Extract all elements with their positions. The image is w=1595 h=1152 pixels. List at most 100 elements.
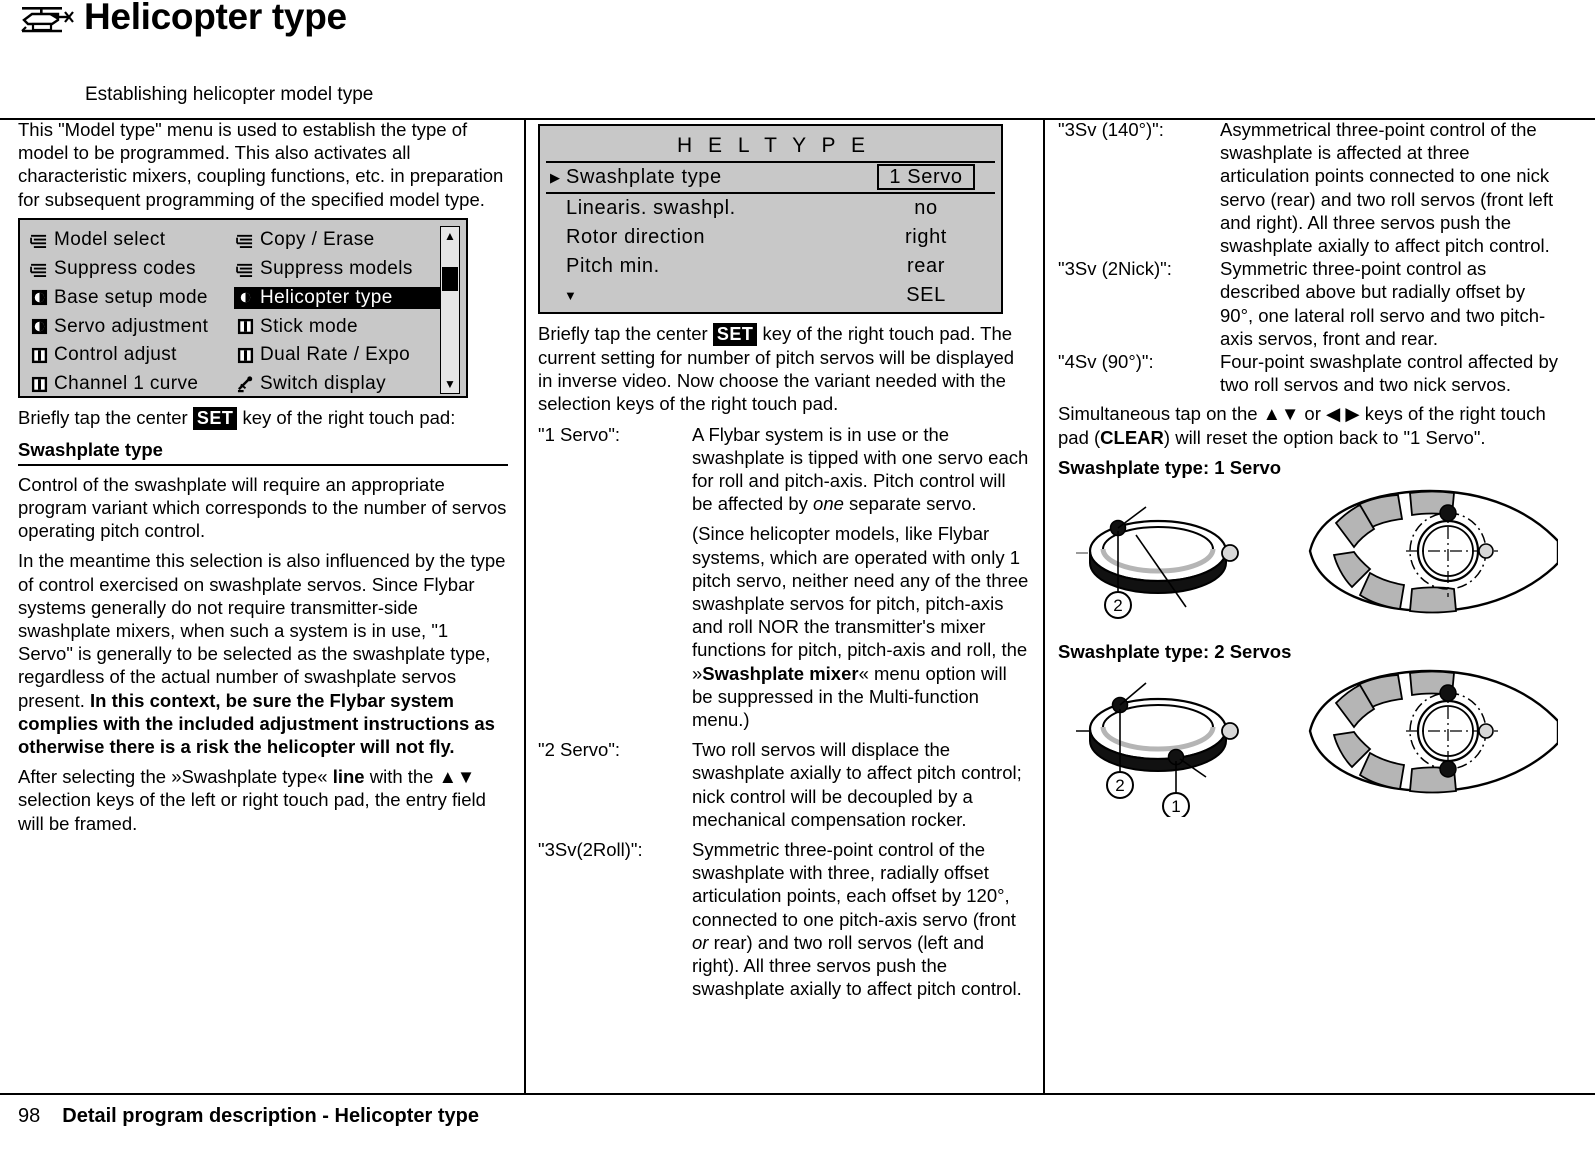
footer-divider — [0, 1093, 1595, 1095]
menu-row: Suppress codes Suppress models — [28, 255, 440, 284]
menu-item-label: Dual Rate / Expo — [260, 344, 411, 366]
menu-item-suppress-models[interactable]: Suppress models — [234, 258, 440, 280]
diagram-label-1: 1 — [1171, 797, 1180, 816]
menu-item-suppress-codes[interactable]: Suppress codes — [28, 258, 234, 280]
lcd-row-label-wrap: Linearis. swashpl. — [550, 197, 861, 220]
flybar-warning-bold: In this context, be sure the Flybar syst… — [18, 689, 495, 758]
selection-caret-icon: ▶ — [550, 170, 561, 185]
definition-paragraph: Two roll servos will displace the swashp… — [692, 739, 1022, 830]
diagram-swashplate-2-servos: 2 1 — [1058, 669, 1560, 820]
tap-set-instruction: Briefly tap the center SET key of the ri… — [18, 406, 508, 430]
tap-set-pre: Briefly tap the center — [18, 406, 193, 428]
menu-item-stick-mode[interactable]: Stick mode — [234, 316, 440, 338]
lcd-row-rotor-direction[interactable]: Rotor direction right — [540, 223, 1001, 252]
page-header: Helicopter type Establishing helicopter … — [0, 0, 1595, 105]
lcd-row-value[interactable]: no — [861, 197, 991, 220]
list-icon — [28, 233, 50, 248]
column-left: This "Model type" menu is used to establ… — [18, 118, 508, 842]
definition-body: Two roll servos will displace the swashp… — [692, 738, 1030, 838]
swashplate-mixer-bold: Swashplate mixer — [702, 662, 859, 684]
paragraph-after-selecting: After selecting the »Swashplate type« li… — [18, 765, 508, 835]
lcd-row-scroll-sel[interactable]: ▼ SEL — [540, 281, 1001, 310]
lcd-row-linearis-swashpl[interactable]: Linearis. swashpl. no — [540, 194, 1001, 223]
lcd-row-value[interactable]: rear — [861, 255, 991, 278]
lcd-row-value-wrap: 1 Servo — [861, 164, 991, 190]
list-icon — [234, 233, 256, 248]
menu-item-servo-adjustment[interactable]: Servo adjustment — [28, 316, 234, 338]
menu-item-dual-rate-expo[interactable]: Dual Rate / Expo — [234, 344, 440, 366]
menu-item-label: Suppress models — [260, 258, 413, 279]
after-selecting-b: with the — [364, 766, 439, 788]
menu-item-model-select[interactable]: Model select — [28, 229, 234, 251]
menu-item-base-setup-mode[interactable]: Base setup mode — [28, 287, 234, 309]
definition-4sv-90: "4Sv (90°)": Four-point swashplate contr… — [1058, 350, 1558, 396]
diagram-swashplate-1-servo: 2 — [1058, 485, 1560, 633]
clear-note-a: Simultaneous tap on the — [1058, 403, 1263, 425]
swashplate-ring-iso-2: 2 1 — [1076, 682, 1239, 820]
scrollbar-thumb[interactable] — [442, 266, 458, 291]
column-right: "3Sv (140°)": Asymmetrical three-point c… — [1058, 118, 1560, 820]
flybar-note-text: In the meantime this selection is also i… — [18, 550, 506, 711]
definition-body: A Flybar system is in use or the swashpl… — [692, 423, 1030, 739]
clear-note-d: ) will reset the option back to "1 Servo… — [1163, 426, 1486, 448]
lcd-row-label-wrap: Rotor direction — [550, 226, 861, 249]
definition-term: "3Sv (2Nick)": — [1058, 258, 1172, 280]
disk-icon — [28, 289, 50, 306]
menu-item-copy-erase[interactable]: Copy / Erase — [234, 229, 440, 251]
lcd-row-swashplate-type[interactable]: ▶ Swashplate type 1 Servo — [540, 163, 1001, 192]
switch-icon — [234, 376, 256, 393]
def-emphasis: one — [813, 493, 844, 515]
updown-keys-icon: ▲▼ — [1262, 403, 1300, 425]
tap-set-instruction-2: Briefly tap the center SET key of the ri… — [538, 322, 1030, 416]
scroll-up-icon[interactable]: ▲ — [441, 227, 459, 245]
stick-icon — [28, 376, 50, 393]
diagram-label-2: 2 — [1115, 776, 1124, 795]
lcd-row-value[interactable]: right — [861, 226, 991, 249]
definition-term: "1 Servo": — [538, 423, 621, 445]
definition-body: Symmetric three-point control of the swa… — [692, 838, 1030, 1007]
def2-text-a: (Since helicopter models, like Flybar sy… — [692, 523, 1029, 684]
menu-item-label: Stick mode — [260, 315, 358, 337]
diagram-1-caption: Swashplate type: 1 Servo — [1058, 456, 1282, 478]
def-text-a: Symmetric three-point control of the swa… — [692, 839, 1016, 930]
definition-term: "3Sv (140°)": — [1058, 119, 1164, 140]
tap-set-post: key of the right touch pad: — [237, 406, 456, 428]
lcd-row-pitch-min[interactable]: Pitch min. rear — [540, 252, 1001, 281]
scroll-down-icon[interactable]: ▼ — [441, 375, 459, 393]
lcd-screen-title: H E L T Y P E — [676, 134, 871, 157]
menu-item-label: Base setup mode — [54, 286, 208, 308]
definition-3sv-140: "3Sv (140°)": Asymmetrical three-point c… — [1058, 118, 1558, 257]
definition-paragraph: Symmetric three-point control of the swa… — [692, 838, 1030, 1000]
menu-item-helicopter-type[interactable]: Helicopter type — [234, 286, 440, 309]
definition-term: "2 Servo": — [538, 739, 621, 761]
column-middle: H E L T Y P E ▶ Swashplate type 1 Servo … — [538, 118, 1030, 1007]
definition-3sv-2roll: "3Sv(2Roll)": Symmetric three-point cont… — [538, 838, 1030, 1007]
menu-item-switch-display[interactable]: Switch display — [234, 373, 440, 395]
def-emphasis: or — [692, 931, 709, 953]
multi-function-menu-screen: Model select Copy / Erase Suppress codes — [18, 217, 468, 398]
heading-underline — [18, 463, 508, 466]
menu-item-channel-1-curve[interactable]: Channel 1 curve — [28, 373, 234, 395]
definition-term: "4Sv (90°)": — [1058, 351, 1154, 373]
updown-keys-icon: ▲▼ — [438, 766, 476, 788]
scroll-down-icon[interactable]: ▼ — [550, 289, 580, 302]
disk-icon — [28, 318, 50, 335]
menu-item-label: Servo adjustment — [54, 315, 209, 337]
menu-item-label: Channel 1 curve — [54, 373, 199, 395]
page-title: Helicopter type — [84, 0, 347, 37]
line-bold: line — [332, 766, 365, 788]
definition-paragraph: A Flybar system is in use or the swashpl… — [692, 423, 1030, 516]
swashplate-type-value[interactable]: 1 Servo — [877, 164, 975, 190]
paragraph-clear-reset: Simultaneous tap on the ▲▼ or ◀ ▶ keys o… — [1058, 402, 1558, 448]
lcd-row-label-wrap: ▶ Swashplate type — [550, 166, 861, 189]
definition-body: Four-point swashplate control affected b… — [1220, 351, 1558, 396]
helicopter-icon — [18, 2, 78, 38]
intro-paragraph: This "Model type" menu is used to establ… — [18, 119, 504, 210]
heli-type-screen: H E L T Y P E ▶ Swashplate type 1 Servo … — [538, 124, 1003, 314]
sel-indicator: SEL — [906, 284, 946, 306]
menu-item-control-adjust[interactable]: Control adjust — [28, 344, 234, 366]
column-divider-1 — [524, 118, 526, 1093]
menu-item-label: Suppress codes — [54, 258, 196, 279]
menu-item-label: Model select — [54, 229, 166, 251]
menu-scrollbar[interactable]: ▲ ▼ — [440, 225, 460, 394]
